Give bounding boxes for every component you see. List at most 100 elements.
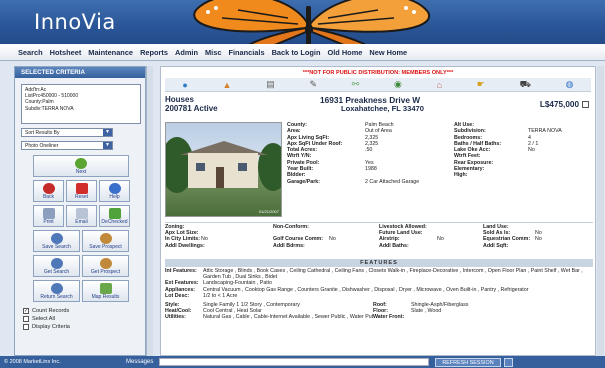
listing-photo[interactable]: 01/21/2007 (165, 122, 282, 217)
print-button[interactable]: Print (33, 205, 64, 227)
feature-label: Int Features: (165, 268, 197, 274)
menu-back-to-login[interactable]: Back to Login (272, 48, 321, 57)
features-header: FEATURES (165, 259, 593, 267)
detail-value: 1988 (365, 166, 377, 173)
door-shape (216, 167, 224, 188)
criteria-list[interactable]: Add'tn:Ac ListPrc450000 - 510000 County:… (21, 84, 141, 124)
feature-label: Lot Desc: (165, 292, 190, 299)
email-label: Email (75, 219, 88, 225)
count-records-checkbox[interactable]: ✓ (23, 308, 29, 314)
refresh-session-button[interactable]: REFRESH SESSION (435, 357, 501, 367)
window-shape (196, 163, 205, 171)
printer-icon (42, 208, 55, 219)
reset-label: Reset (74, 194, 89, 200)
chevron-down-icon: ▼ (103, 129, 112, 136)
menu-hotsheet[interactable]: Hotsheet (50, 48, 82, 57)
criteria-panel-title: SELECTED CRITERIA (15, 67, 145, 78)
menu-old-home[interactable]: Old Home (327, 48, 362, 57)
map-results-button[interactable]: Map Results (82, 280, 129, 302)
session-status-icon[interactable] (503, 357, 513, 367)
menu-reports[interactable]: Reports (140, 48, 168, 57)
get-prospect-label: Get Prospect (90, 269, 121, 275)
count-records-option[interactable]: ✓ Count Records (23, 308, 145, 314)
criteria-panel: SELECTED CRITERIA Add'tn:Ac ListPrc45000… (14, 66, 146, 356)
document-icon[interactable]: ▤ (266, 79, 275, 90)
get-prospect-icon (99, 258, 112, 269)
right-scrollbar[interactable] (597, 66, 604, 356)
criteria-line: Subdiv:TERRA NOVA (25, 105, 74, 112)
display-format-select[interactable]: Photo Oneliner ▼ (21, 141, 113, 150)
link-icon[interactable]: ⚯ (352, 79, 360, 90)
select-all-checkbox[interactable] (23, 316, 29, 322)
save-search-button[interactable]: Save Search (33, 230, 80, 252)
detail-label: High: (454, 172, 468, 179)
get-search-button[interactable]: Get Search (33, 255, 80, 277)
select-all-label: Select All (32, 316, 56, 322)
sort-results-select[interactable]: Sort Results By ▼ (21, 128, 113, 137)
messages-field[interactable] (159, 358, 430, 366)
return-search-button[interactable]: Return Search (33, 280, 80, 302)
menu-search[interactable]: Search (18, 48, 43, 57)
messages-label: Messages (126, 359, 154, 365)
feature-value: 1/2 to < 1 Acre (203, 292, 238, 299)
listing-secondary-details: Zoning: Non-Conform: Livestock Allowed: Lan… (165, 222, 593, 249)
menu-maintenance[interactable]: Maintenance (88, 48, 133, 57)
features-list: Int Features: Attic Storage , Blinds , Bo… (165, 268, 593, 321)
menu-admin[interactable]: Admin (175, 48, 198, 57)
butterfly-banner-icon (193, 0, 431, 44)
listing-toolbar: ● ▲ ▤ ✎ ⚯ ◉ ⌂ ☛ ⛟ ◍ (165, 78, 591, 92)
feature-label: Water Front: (373, 314, 405, 321)
display-criteria-label: Display Criteria (32, 324, 70, 330)
email-button[interactable]: Email (66, 205, 97, 227)
menu-financials[interactable]: Financials (228, 48, 264, 57)
listing-city: Loxahatchee, FL 33470 (341, 104, 425, 113)
detail-value: 2 Car Attached Garage (365, 178, 420, 185)
photo-date: 01/21/2007 (258, 209, 279, 214)
secondary-cell: Addl Dwellings: (165, 243, 273, 249)
detail-value: No (528, 147, 535, 154)
listing-id-status[interactable]: 200781 Active (165, 104, 218, 113)
copyright-text: © 2008 MarketLinx Inc. (4, 359, 61, 365)
back-button[interactable]: Back (33, 180, 64, 202)
feature-row: Lot Desc: 1/2 to < 1 Acre (165, 293, 593, 299)
listing-header: Houses 200781 Active 16931 Preakness Dri… (165, 92, 591, 118)
select-all-option[interactable]: Select All (23, 316, 145, 322)
dechecked-button[interactable]: DeChecked (99, 205, 130, 227)
display-criteria-checkbox[interactable] (23, 324, 29, 330)
save-prospect-button[interactable]: Save Prospect (82, 230, 129, 252)
main-menu: Search Hotsheet Maintenance Reports Admi… (0, 44, 605, 61)
app-logo: InnoVia (34, 10, 116, 34)
get-prospect-button[interactable]: Get Prospect (82, 255, 129, 277)
tag-icon[interactable]: ✎ (309, 79, 317, 90)
car-icon[interactable]: ⛟ (520, 79, 531, 91)
info-icon[interactable]: ◍ (566, 79, 574, 90)
agent-icon[interactable]: ▲ (223, 80, 232, 90)
help-icon (108, 183, 121, 194)
reset-button[interactable]: Reset (66, 180, 97, 202)
globe-icon[interactable]: ● (182, 80, 187, 90)
window-shape (238, 163, 247, 171)
world-icon[interactable]: ◉ (394, 79, 402, 90)
help-label: Help (109, 194, 120, 200)
property-type: Houses (165, 95, 194, 104)
next-button[interactable]: Next (33, 155, 129, 177)
listing-select-checkbox[interactable] (582, 101, 589, 108)
feature-row: Utilities: Natural Gas , Cable , Cable-In… (165, 314, 593, 320)
status-bar: © 2008 MarketLinx Inc. Messages REFRESH … (0, 356, 605, 368)
house-icon[interactable]: ⌂ (437, 80, 442, 90)
menu-new-home[interactable]: New Home (369, 48, 407, 57)
secondary-label: Addl Sqft: (483, 242, 509, 249)
option-checkboxes: ✓ Count Records Select All Display Criter… (23, 308, 145, 330)
left-scrollbar[interactable] (146, 66, 153, 356)
feature-value: Attic Storage , Blinds , Book Cases , Ce… (203, 268, 583, 281)
feature-value (411, 314, 593, 320)
display-format-value: Photo Oneliner (25, 143, 59, 149)
detail-label: Garage/Park: (287, 178, 320, 185)
help-button[interactable]: Help (99, 180, 130, 202)
detail-value: TERRA NOVA (528, 128, 562, 135)
next-arrow-icon (75, 158, 87, 169)
save-search-icon (50, 233, 63, 244)
pointer-icon[interactable]: ☛ (477, 79, 485, 90)
menu-misc[interactable]: Misc (205, 48, 221, 57)
display-criteria-option[interactable]: Display Criteria (23, 324, 145, 330)
